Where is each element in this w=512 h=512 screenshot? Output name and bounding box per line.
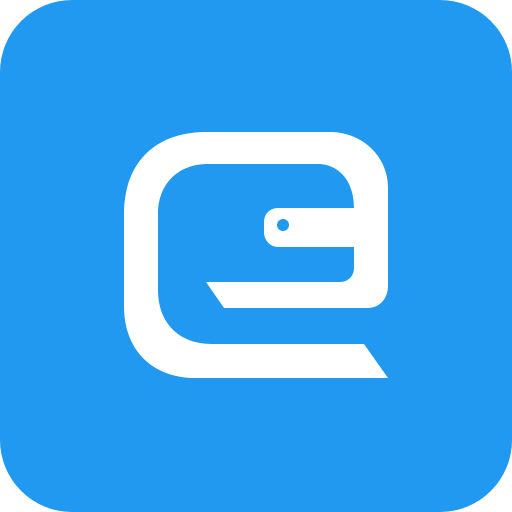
- app-icon-background: [0, 0, 512, 512]
- wallet-clasp-dot-icon: [277, 219, 289, 231]
- app-icon[interactable]: [0, 0, 512, 512]
